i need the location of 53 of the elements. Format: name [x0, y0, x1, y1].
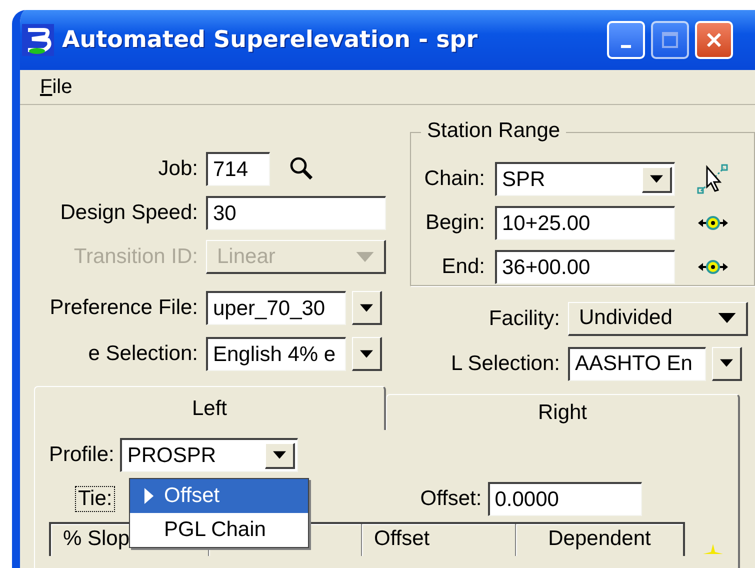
dropdown-button[interactable]: [352, 291, 382, 325]
dropdown-arrow-icon: [718, 313, 736, 323]
field-label: L Selection:: [450, 352, 561, 376]
dropdown-button[interactable]: [712, 346, 742, 380]
field-label: Job:: [157, 157, 199, 181]
dropdown[interactable]: Undivided: [568, 302, 748, 336]
dropdown-arrow-icon: [360, 304, 373, 312]
dropdown[interactable]: PROSPR: [120, 438, 298, 472]
dropdown-button[interactable]: [352, 337, 382, 371]
dropdown[interactable]: SPR: [495, 162, 675, 196]
field-label: Offset:: [420, 487, 483, 511]
field-label: Transition ID:: [72, 245, 199, 269]
input-field[interactable]: uper_70_30: [206, 291, 346, 325]
group-title: Station Range: [421, 119, 566, 143]
minimize-icon: [621, 44, 631, 48]
app-logo-icon: [22, 24, 54, 56]
dropdown-arrow-icon: [356, 252, 374, 262]
input-field[interactable]: AASHTO En: [568, 346, 706, 380]
tab[interactable]: Left: [34, 386, 386, 430]
field-label: End:: [440, 255, 486, 279]
column-header[interactable]: Offset: [374, 527, 430, 550]
dropdown-arrow-icon: [273, 451, 286, 459]
menu-item[interactable]: File: [40, 76, 72, 98]
dropdown-arrow-icon: [650, 175, 663, 183]
column-header[interactable]: % Slop: [63, 527, 130, 550]
minimize-button[interactable]: [607, 21, 645, 59]
window-title: Automated Superelevation - spr: [62, 27, 479, 53]
input-field[interactable]: 36+00.00: [495, 250, 675, 284]
input-field[interactable]: English 4% e: [206, 337, 346, 371]
field-label: Begin:: [424, 211, 486, 235]
field-label: Profile:: [49, 443, 116, 467]
field-label: Design Speed:: [59, 201, 199, 225]
input-field[interactable]: 10+25.00: [495, 206, 675, 240]
input-field[interactable]: 714: [206, 152, 270, 186]
menu-option[interactable]: PGL Chain: [130, 513, 308, 547]
maximize-button[interactable]: [651, 21, 689, 59]
input-field[interactable]: 30: [206, 196, 386, 230]
maximize-icon: [660, 30, 680, 50]
input-field[interactable]: 0.0000: [488, 482, 642, 516]
field-label: Preference File:: [48, 296, 199, 320]
select-pointer-icon[interactable]: [697, 163, 729, 195]
field-label: Facility:: [488, 306, 561, 330]
menu-option[interactable]: Offset: [130, 479, 308, 513]
tab[interactable]: Right: [386, 394, 740, 430]
dropdown-arrow-icon: [360, 350, 373, 358]
close-button[interactable]: [695, 21, 733, 59]
pointer-triangle-icon: [144, 488, 154, 504]
field-label: e Selection:: [87, 342, 199, 366]
dropdown-arrow-icon: [720, 359, 733, 367]
close-icon: [704, 30, 724, 50]
field-label: Chain:: [423, 167, 486, 191]
field-label: Tie:: [75, 486, 116, 512]
column-header[interactable]: Dependent: [548, 527, 651, 550]
